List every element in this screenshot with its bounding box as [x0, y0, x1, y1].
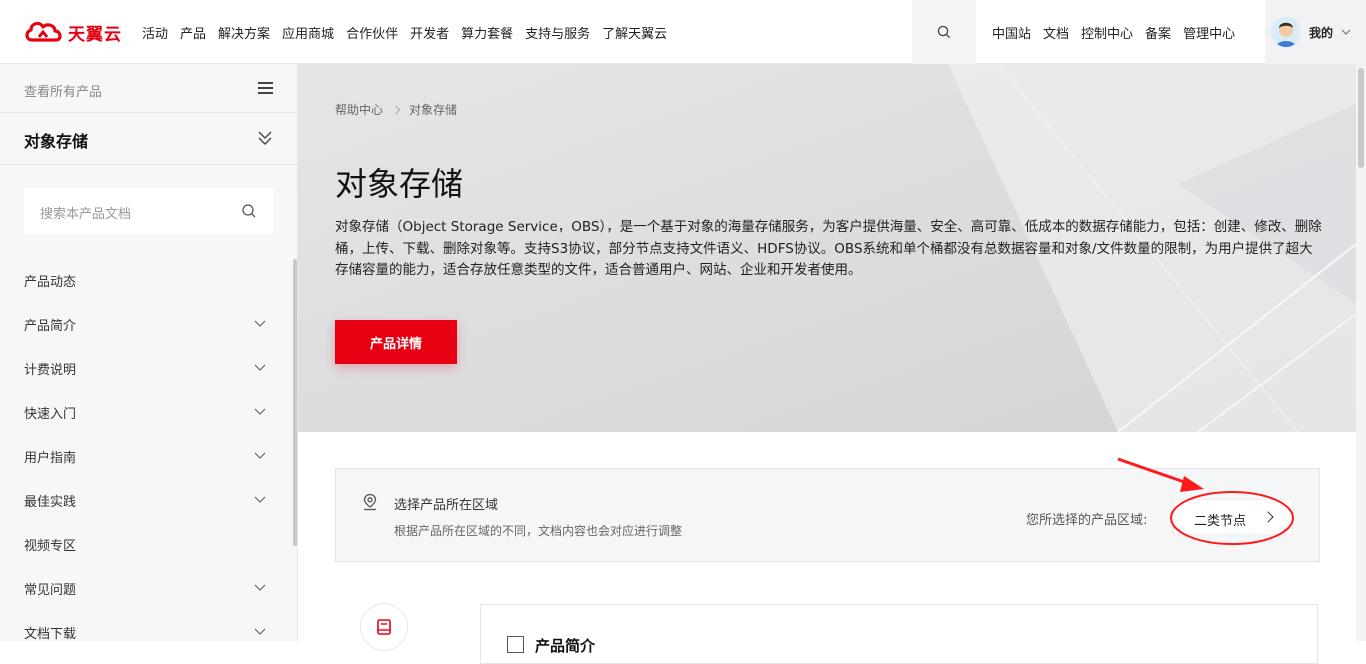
user-label: 我的	[1309, 25, 1334, 40]
menu-item-support[interactable]: 支持与服务	[525, 23, 590, 42]
chevron-down-icon	[254, 452, 266, 459]
brand-name: 天翼云	[68, 24, 122, 45]
double-chevron-down-icon[interactable]	[257, 129, 273, 147]
top-navigation: 天翼云 活动 产品 解决方案 应用商城 合作伙伴 开发者 算力套餐 支持与服务 …	[0, 0, 1366, 64]
breadcrumb-help-center[interactable]: 帮助中心	[335, 101, 383, 118]
sidebar-item-label: 常见问题	[24, 583, 77, 598]
book-icon	[377, 619, 391, 635]
chevron-down-icon	[254, 408, 266, 415]
link-management[interactable]: 管理中心	[1183, 23, 1235, 42]
menu-icon[interactable]	[258, 82, 273, 94]
all-products-bar[interactable]: 查看所有产品	[0, 64, 298, 113]
sidebar-item-label: 视频专区	[24, 539, 77, 554]
sidebar-item-quickstart[interactable]: 快速入门	[0, 390, 290, 434]
doc-nav-list: 产品动态 产品简介 计费说明 快速入门 用户指南 最佳实践 视频专区 常见问题	[0, 258, 290, 654]
utility-links: 中国站 文档 控制中心 备案 管理中心	[992, 0, 1247, 64]
region-subtitle: 根据产品所在区域的不同，文档内容也会对应进行调整	[394, 524, 683, 538]
menu-item-partners[interactable]: 合作伙伴	[346, 23, 398, 42]
avatar	[1271, 17, 1301, 47]
selected-region-value: 二类节点	[1194, 514, 1247, 529]
product-switcher[interactable]: 对象存储	[0, 113, 298, 165]
menu-item-about[interactable]: 了解天翼云	[602, 23, 667, 42]
sidebar-item-label: 产品动态	[24, 275, 77, 290]
doc-search-input[interactable]: 搜索本产品文档	[24, 188, 274, 234]
sidebar-item-label: 产品简介	[24, 319, 77, 334]
region-select-button[interactable]: 二类节点	[1173, 499, 1293, 535]
chevron-down-icon	[254, 584, 266, 591]
sidebar-item-label: 快速入门	[24, 407, 77, 422]
link-filing[interactable]: 备案	[1145, 23, 1171, 42]
page-scrollbar-thumb[interactable]	[1358, 68, 1364, 168]
link-china-site[interactable]: 中国站	[992, 23, 1031, 42]
chevron-down-icon	[1341, 29, 1351, 35]
product-description: 对象存储（Object Storage Service，OBS），是一个基于对象…	[335, 219, 1322, 278]
document-icon	[507, 636, 524, 653]
sidebar-item-downloads[interactable]: 文档下载	[0, 610, 290, 654]
global-search-button[interactable]	[912, 0, 976, 64]
location-pin-icon	[363, 493, 377, 511]
section-icon-badge	[360, 603, 408, 651]
menu-item-solutions[interactable]: 解决方案	[218, 23, 270, 42]
selected-region-label: 您所选择的产品区域:	[1026, 513, 1148, 528]
all-products-label: 查看所有产品	[24, 85, 103, 100]
sidebar-item-faq[interactable]: 常见问题	[0, 566, 290, 610]
breadcrumb-current: 对象存储	[409, 103, 458, 117]
menu-item-developers[interactable]: 开发者	[410, 23, 449, 42]
sidebar-scrollbar[interactable]	[293, 259, 297, 546]
region-selector-panel: 选择产品所在区域 根据产品所在区域的不同，文档内容也会对应进行调整 您所选择的产…	[335, 468, 1320, 562]
page-title: 对象存储	[335, 165, 464, 203]
chevron-right-icon	[1262, 511, 1274, 523]
chevron-down-icon	[254, 628, 266, 635]
doc-search-placeholder: 搜索本产品文档	[40, 207, 132, 222]
link-docs[interactable]: 文档	[1043, 23, 1069, 42]
main-menu: 活动 产品 解决方案 应用商城 合作伙伴 开发者 算力套餐 支持与服务 了解天翼…	[142, 0, 679, 64]
user-avatar-icon	[1271, 17, 1301, 47]
sidebar-product-title: 对象存储	[24, 132, 89, 151]
sidebar-item-updates[interactable]: 产品动态	[0, 258, 290, 302]
section-title: 产品简介	[535, 637, 596, 655]
menu-item-compute-packages[interactable]: 算力套餐	[461, 23, 513, 42]
sidebar-item-label: 最佳实践	[24, 495, 77, 510]
product-details-button[interactable]: 产品详情	[335, 320, 457, 364]
sidebar-item-user-guide[interactable]: 用户指南	[0, 434, 290, 478]
doc-sidebar: 查看所有产品 对象存储 搜索本产品文档 产品动态 产品简介 计费说明 快速入门	[0, 64, 298, 642]
sidebar-item-label: 文档下载	[24, 627, 77, 642]
chevron-down-icon	[254, 320, 266, 327]
chevron-right-icon	[391, 105, 401, 114]
user-menu[interactable]: 我的	[1265, 0, 1366, 64]
search-icon	[937, 25, 951, 39]
region-title: 选择产品所在区域	[394, 498, 499, 513]
sidebar-item-intro[interactable]: 产品简介	[0, 302, 290, 346]
chevron-down-icon	[254, 364, 266, 371]
menu-item-marketplace[interactable]: 应用商城	[282, 23, 334, 42]
product-hero: 帮助中心 对象存储 对象存储 对象存储（Object Storage Servi…	[298, 64, 1356, 432]
chevron-down-icon	[254, 496, 266, 503]
sidebar-item-billing[interactable]: 计费说明	[0, 346, 290, 390]
menu-item-activity[interactable]: 活动	[142, 23, 168, 42]
section-card: 产品简介	[480, 604, 1318, 664]
breadcrumb: 帮助中心 对象存储	[335, 101, 457, 118]
sidebar-item-label: 计费说明	[24, 363, 77, 378]
sidebar-item-best-practice[interactable]: 最佳实践	[0, 478, 290, 522]
cloud-logo-icon	[25, 21, 62, 42]
sidebar-item-label: 用户指南	[24, 451, 77, 466]
link-console[interactable]: 控制中心	[1081, 23, 1133, 42]
brand-logo[interactable]: 天翼云	[24, 18, 122, 46]
sidebar-item-videos[interactable]: 视频专区	[0, 522, 290, 566]
search-icon[interactable]	[241, 203, 257, 219]
menu-item-products[interactable]: 产品	[180, 23, 206, 42]
